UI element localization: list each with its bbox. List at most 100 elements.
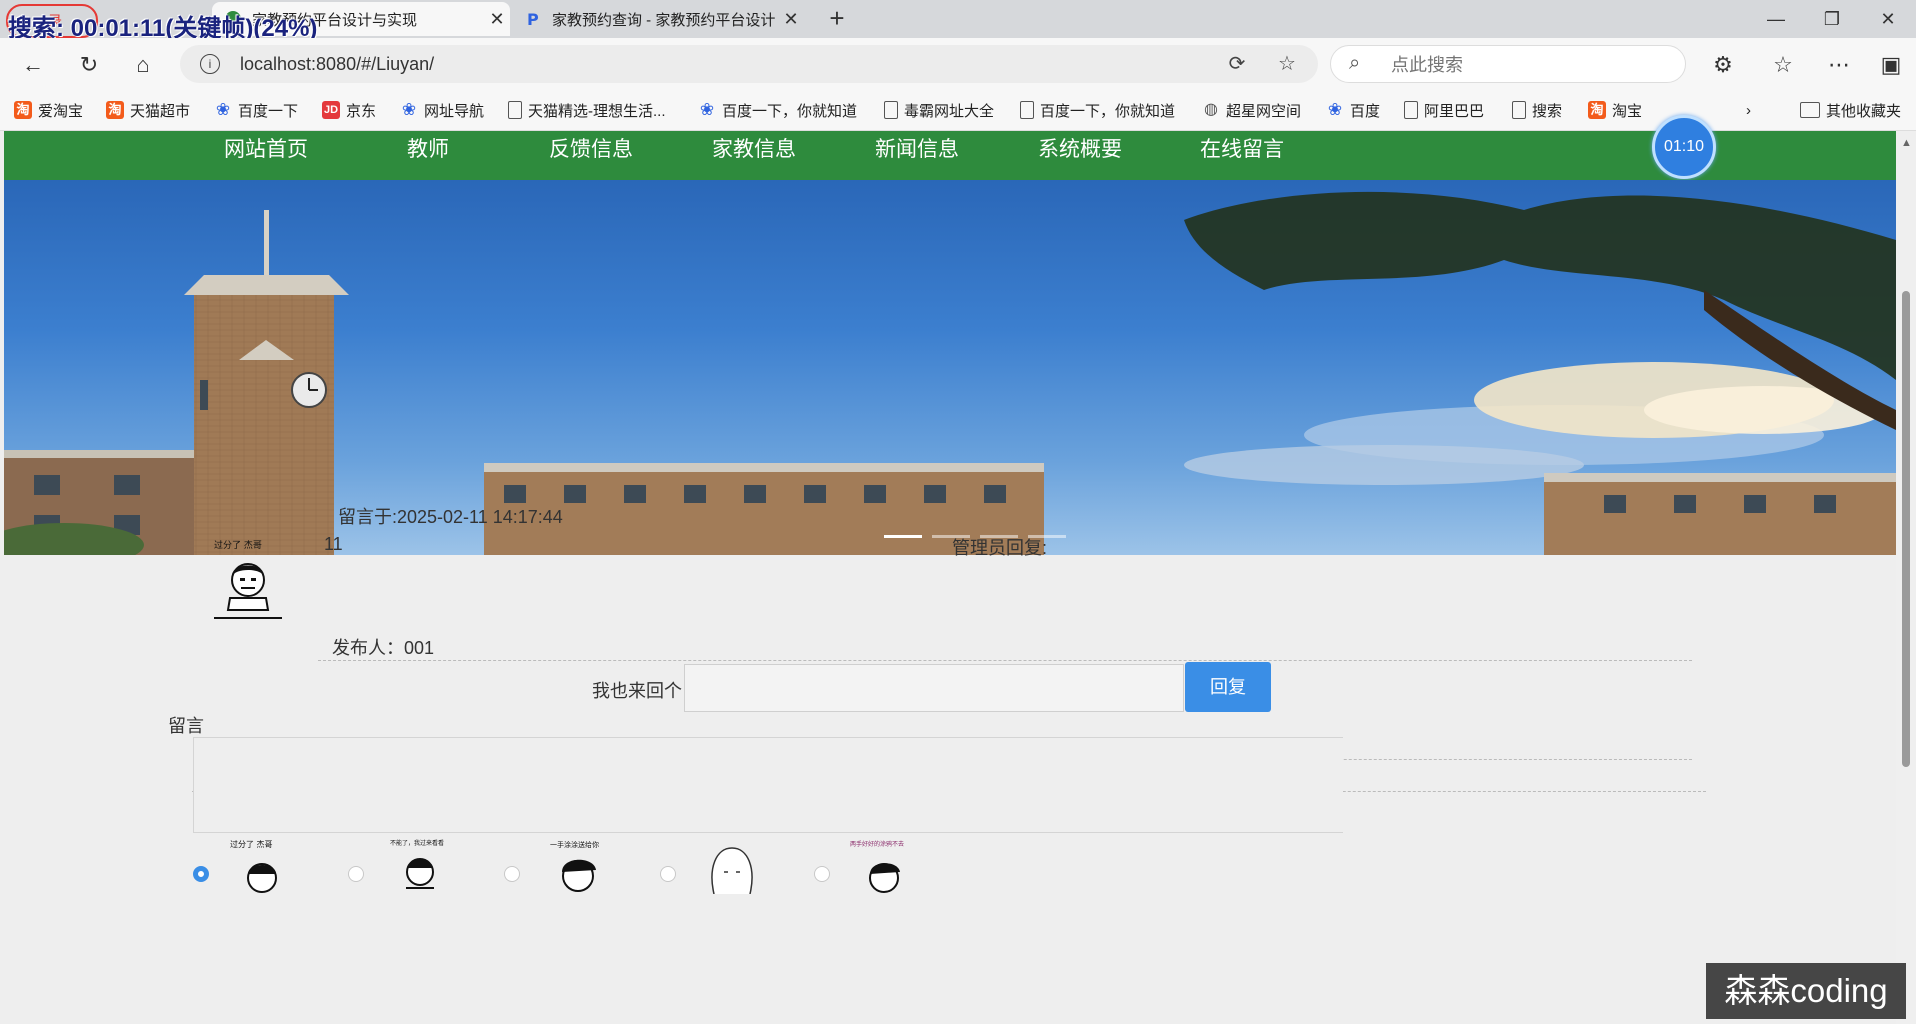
bookmark-item[interactable]: 淘爱淘宝 — [14, 99, 83, 121]
search-icon: ⌕ — [1349, 52, 1361, 74]
svg-text:两手好好的涂鸦不去: 两手好好的涂鸦不去 — [850, 840, 904, 848]
url-text[interactable]: localhost:8080/#/Liuyan/ — [240, 54, 434, 75]
more-menu-icon[interactable]: ⋯ — [1822, 48, 1856, 82]
close-window-button[interactable]: ✕ — [1868, 4, 1908, 34]
paypal-favicon-icon: P — [527, 10, 539, 28]
folder-icon — [1800, 102, 1820, 118]
page-icon — [1512, 101, 1526, 119]
search-input[interactable] — [1389, 52, 1673, 78]
admin-reply-label: 管理员回复: — [952, 538, 1048, 558]
menu-item-news[interactable]: 新闻信息 — [875, 133, 959, 163]
bookmark-item[interactable]: ❀ 百度 — [1326, 99, 1380, 121]
banner-image — [4, 180, 1896, 555]
menu-item-overview[interactable]: 系统概要 — [1038, 133, 1122, 163]
baidu-paw-icon: ❀ — [699, 100, 715, 119]
bookmark-item[interactable]: 淘淘宝 — [1588, 99, 1642, 121]
page-icon — [1020, 101, 1034, 119]
bookmark-item[interactable]: 阿里巴巴 — [1404, 99, 1484, 121]
meme-avatar-option-4[interactable] — [698, 838, 768, 894]
jd-icon: JD — [322, 101, 340, 119]
page-icon — [884, 101, 898, 119]
message-content: 11 — [324, 534, 343, 554]
other-bookmarks[interactable]: 其他收藏夹 — [1800, 99, 1901, 121]
page-scrollbar[interactable]: ▲ — [1896, 131, 1916, 1024]
emoji-radio-3[interactable] — [504, 866, 520, 882]
bookmark-item[interactable]: 百度一下，你就知道 — [1020, 99, 1175, 121]
bookmark-item[interactable]: ❀ 百度一下，你就知道 — [698, 99, 857, 121]
bookmark-item[interactable]: 天猫精选-理想生活... — [508, 99, 666, 121]
page-icon — [508, 101, 522, 119]
watermark: 森森coding — [1706, 963, 1906, 1019]
emoji-radio-4[interactable] — [660, 866, 676, 882]
sidebar-toggle-icon[interactable]: ▣ — [1874, 48, 1908, 82]
search-box[interactable]: ⌕ — [1330, 45, 1686, 83]
page-icon — [1404, 101, 1418, 119]
meme-avatar-option-5[interactable]: 两手好好的涂鸦不去 — [848, 838, 918, 894]
browser-toolbar: ← ↻ ⌂ i localhost:8080/#/Liuyan/ ⟳ ☆ ⌕ ⚙… — [0, 38, 1916, 90]
emoji-radio-1[interactable] — [193, 866, 209, 882]
translate-icon[interactable]: ⟳ — [1224, 51, 1250, 77]
message-author: 发布人：001 — [332, 638, 435, 658]
bookmarks-bar: 淘爱淘宝 淘天猫超市 ❀ 百度一下 JD 京东 ❀ 网址导航 天猫精选-理想生活...… — [0, 90, 1916, 131]
site-nav-bar: 网站首页 教师 反馈信息 家教信息 新闻信息 系统概要 在线留言 01:10 — [4, 115, 1896, 182]
favorites-icon[interactable]: ☆ — [1766, 48, 1800, 82]
baidu-paw-icon: ❀ — [215, 100, 231, 119]
menu-item-tutoring[interactable]: 家教信息 — [712, 133, 796, 163]
menu-item-message[interactable]: 在线留言 — [1200, 133, 1284, 163]
divider — [318, 660, 1692, 661]
browser-title-bar: 录 家教预约平台设计与实现 ✕ P 家教预约查询 - 家教预约平台设计 ✕ + … — [0, 0, 1916, 42]
tab-inactive[interactable]: P 家教预约查询 - 家教预约平台设计 ✕ — [512, 2, 804, 36]
meme-avatar-option-2[interactable]: 不能了，我过来看看 — [388, 838, 458, 894]
address-bar[interactable]: i localhost:8080/#/Liuyan/ ⟳ ☆ — [180, 45, 1318, 83]
site-info-icon[interactable]: i — [200, 54, 220, 74]
reload-icon[interactable]: ↻ — [72, 48, 106, 82]
reply-input[interactable] — [684, 664, 1184, 712]
extensions-icon[interactable]: ⚙ — [1706, 48, 1740, 82]
bookmark-item[interactable]: 淘天猫超市 — [106, 99, 190, 121]
bookmark-item[interactable]: 搜索 — [1512, 99, 1562, 121]
bookmarks-overflow-icon[interactable]: › — [1746, 99, 1751, 121]
menu-item-feedback[interactable]: 反馈信息 — [549, 133, 633, 163]
baidu-paw-icon: ❀ — [401, 100, 417, 119]
svg-text:过分了 杰哥: 过分了 杰哥 — [230, 839, 273, 849]
taobao-icon: 淘 — [106, 101, 124, 119]
globe-icon: ◍ — [1204, 101, 1218, 118]
bookmark-item[interactable]: JD 京东 — [322, 99, 376, 121]
new-tab-button[interactable]: + — [822, 4, 852, 34]
menu-item-teacher[interactable]: 教师 — [407, 133, 449, 163]
bookmark-item[interactable]: 毒霸网址大全 — [884, 99, 994, 121]
svg-text:一手涂涂送给你: 一手涂涂送给你 — [550, 840, 599, 849]
back-icon[interactable]: ← — [16, 48, 50, 82]
emoji-radio-5[interactable] — [814, 866, 830, 882]
timer-badge: 01:10 — [1652, 115, 1716, 179]
meme-avatar-option-1[interactable]: 过分了 杰哥 — [222, 838, 292, 894]
reply-prompt-label: 我也来回个 — [592, 681, 682, 701]
restore-button[interactable]: ❐ — [1812, 4, 1852, 34]
scroll-up-icon[interactable]: ▲ — [1901, 137, 1912, 149]
svg-text:不能了，我过来看看: 不能了，我过来看看 — [390, 839, 444, 847]
bookmark-item[interactable]: ◍ 超星网空间 — [1202, 99, 1301, 121]
campus-banner-illustration — [4, 191, 1896, 555]
bookmark-item[interactable]: ❀ 百度一下 — [214, 99, 298, 121]
tab-title: 家教预约查询 - 家教预约平台设计 — [552, 11, 776, 29]
avatar-caption: 过分了 杰哥 — [214, 539, 262, 551]
message-time: 留言于:2025-02-11 14:17:44 — [338, 507, 563, 527]
baidu-paw-icon: ❀ — [1327, 100, 1343, 119]
taobao-icon: 淘 — [1588, 101, 1606, 119]
emoji-radio-2[interactable] — [348, 866, 364, 882]
minimize-button[interactable]: — — [1756, 4, 1796, 34]
home-icon[interactable]: ⌂ — [126, 48, 160, 82]
message-textarea[interactable] — [193, 737, 1343, 833]
taobao-icon: 淘 — [14, 101, 32, 119]
favorite-star-icon[interactable]: ☆ — [1274, 51, 1300, 77]
menu-item-home[interactable]: 网站首页 — [224, 133, 308, 163]
reply-button[interactable]: 回复 — [1185, 662, 1271, 712]
meme-avatar-option-3[interactable]: 一手涂涂送给你 — [542, 838, 612, 894]
leave-message-label: 留言 — [168, 716, 204, 736]
svg-text:P: P — [527, 10, 539, 28]
scrollbar-thumb[interactable] — [1902, 291, 1910, 767]
bookmark-item[interactable]: ❀ 网址导航 — [400, 99, 484, 121]
tab-close-icon[interactable]: ✕ — [484, 9, 510, 30]
tab-close-icon[interactable]: ✕ — [778, 9, 804, 30]
user-avatar-meme: 过分了 杰哥 — [214, 539, 282, 619]
